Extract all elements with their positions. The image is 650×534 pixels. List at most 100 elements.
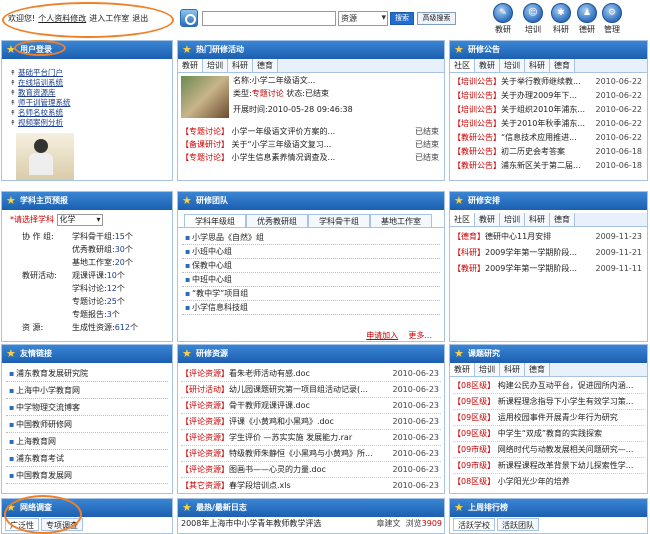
more-link[interactable]: 更多... [408, 331, 432, 340]
list-item[interactable]: 中班中心组 [182, 273, 440, 287]
item-tag: 【教研公告】 [453, 147, 501, 156]
research-tab-moral[interactable]: 德育 [525, 363, 550, 376]
apply-join-link[interactable]: 申请加入 [366, 331, 398, 340]
list-item[interactable]: 【科研】2009学年第一学期阶段... 2009-11-21 [453, 245, 644, 261]
list-item[interactable]: 【培训公告】关于办理2009年下... 2010-06-22 [453, 89, 644, 103]
admin-icon: ⚙ [602, 3, 622, 23]
team-tab-base[interactable]: 基地工作室 [370, 214, 432, 227]
research-tab-training[interactable]: 培训 [475, 363, 500, 376]
menu-link-portal[interactable]: 基础平台门户 [10, 68, 172, 78]
list-item[interactable]: 【09区级】 中学生“双成”教育的实践探索 [453, 426, 644, 442]
stats-value: 10 [106, 271, 117, 280]
team-tab-backbone[interactable]: 学科骨干组 [308, 214, 370, 227]
menu-link-training[interactable]: 在线培训系统 [10, 78, 172, 88]
search-type-select[interactable]: 资源 [338, 11, 388, 26]
list-item[interactable]: 【专题讨论】 小学生信息素养情况调查及... 已结束 [181, 151, 441, 164]
rank-tab-team[interactable]: 活跃团队 [497, 518, 539, 531]
list-item[interactable]: 【培训公告】关于举行教师继续教... 2010-06-22 [453, 75, 644, 89]
list-item[interactable]: 【评论资源】看朱老师活动有感.doc 2010-06-23 [181, 366, 441, 382]
team-tab-excellent[interactable]: 优秀教研组 [246, 214, 308, 227]
list-item[interactable]: 【培训公告】关于2010年秋季浦东... 2010-06-22 [453, 117, 644, 131]
list-item[interactable]: 上海教育网 [6, 433, 168, 450]
list-item[interactable]: 【评论资源】特级教师朱静恒《小黑鸡与小黄鸡》所... 2010-06-23 [181, 446, 441, 462]
research-tab-research[interactable]: 科研 [500, 363, 525, 376]
menu-link-resources[interactable]: 教育资源库 [10, 88, 172, 98]
name-value[interactable]: 小学二年级语文... [252, 76, 316, 85]
list-item[interactable]: 【培训公告】关于组织2010年浦东... 2010-06-22 [453, 103, 644, 117]
hot-feature-photo[interactable] [181, 76, 229, 118]
hot-tab-moral[interactable]: 德育 [253, 59, 278, 72]
notice-tab-community[interactable]: 社区 [450, 59, 475, 72]
views-count: 3909 [421, 519, 442, 528]
plan-tab-moral[interactable]: 德育 [550, 213, 575, 226]
list-item[interactable]: 【08区级】 构建公民办互动平台，促进园所内涵... [453, 378, 644, 394]
nav-moral[interactable]: ♟ 德研 [575, 3, 599, 37]
plan-tab-community[interactable]: 社区 [450, 213, 475, 226]
list-item[interactable]: 小班中心组 [182, 245, 440, 259]
item-status: 已结束 [413, 125, 439, 138]
topic-research-panel: 课题研究 教研培训科研德育 【08区级】 构建公民办互动平台，促进园所内涵...… [449, 344, 648, 494]
list-item[interactable]: 【教研公告】浦东新区关于第二届... 2010-06-18 [453, 159, 644, 173]
plan-tab-research[interactable]: 科研 [525, 213, 550, 226]
list-item[interactable]: 【备课研讨】 关于“小学三年级语文复习... 已结束 [181, 138, 441, 151]
plan-tab-teaching[interactable]: 教研 [475, 213, 500, 226]
list-item[interactable]: 上海中小学教育网 [6, 382, 168, 399]
list-item[interactable]: 【其它资源】春学段培训点.xls 2010-06-23 [181, 478, 441, 493]
advanced-search-button[interactable]: 高级搜索 [417, 12, 456, 25]
subject-select[interactable]: 化学 ▾ [56, 214, 103, 226]
menu-link-famous[interactable]: 名师名校系统 [10, 108, 172, 118]
list-item[interactable]: 【专题讨论】 小学一年级语文评价方案的... 已结束 [181, 125, 441, 138]
list-item[interactable]: 2008年上海市中小学青年教师教学评选 章建文 浏览3909 [178, 517, 444, 530]
list-item[interactable]: 【教研】2009学年第一学期阶段... 2009-11-11 [453, 261, 644, 277]
list-item[interactable]: 【评论资源】评课《小黄鸡和小黑鸡》.doc 2010-06-23 [181, 414, 441, 430]
menu-link-video[interactable]: 视频案例分析 [10, 118, 172, 128]
list-item[interactable]: “教中学”项目组 [182, 287, 440, 301]
hot-tab-research[interactable]: 科研 [228, 59, 253, 72]
stats-unit: 个 [116, 271, 125, 280]
list-item[interactable]: 【09区级】 新课程理念指导下小学生有效学习策... [453, 394, 644, 410]
search-button[interactable]: 搜索 [390, 12, 414, 25]
notice-tab-moral[interactable]: 德育 [550, 59, 575, 72]
list-item[interactable]: 【09市级】 网络时代与动教发展相关问题研究—... [453, 442, 644, 458]
hot-tab-training[interactable]: 培训 [203, 59, 228, 72]
list-item[interactable]: 【09市级】 新课程课程改革背景下幼儿探索性学... [453, 458, 644, 474]
nav-research[interactable]: ✱ 科研 [549, 3, 573, 37]
stats-table: 协 作 组: 学科骨干组:15个 优秀教研组:30个 基地工作室:20个 教研活动… [2, 226, 172, 334]
list-item[interactable]: 【德育】德研中心11月安排 2009-11-23 [453, 229, 644, 245]
blog-title: 最热/最新日志 [178, 499, 444, 517]
list-item[interactable]: 浦东教育发展研究院 [6, 365, 168, 382]
stats-value: 20 [114, 258, 125, 267]
list-item[interactable]: 中国教育发展网 [6, 467, 168, 484]
plan-tab-training[interactable]: 培训 [500, 213, 525, 226]
search-input[interactable] [202, 11, 336, 26]
team-tab-grade[interactable]: 学科年级组 [184, 214, 246, 227]
item-title: 浦东新区关于第二届... [501, 161, 581, 170]
list-item[interactable]: 【评论资源】骨干教师观课评课.doc 2010-06-23 [181, 398, 441, 414]
list-item[interactable]: 【评论资源】学生评价 —苏实实施 发展能力.rar 2010-06-23 [181, 430, 441, 446]
nav-training[interactable]: ☺ 培训 [521, 3, 545, 37]
rank-tab-school[interactable]: 活跃学校 [453, 518, 495, 531]
list-item[interactable]: 中学物理交流博客 [6, 399, 168, 416]
list-item[interactable]: 【评论资源】图画书——心灵的力量.doc 2010-06-23 [181, 462, 441, 478]
notice-tab-teaching[interactable]: 教研 [475, 59, 500, 72]
hot-tab-teaching[interactable]: 教研 [178, 59, 203, 72]
list-item[interactable]: 中国教师研修网 [6, 416, 168, 433]
nav-admin[interactable]: ⚙ 管理 [600, 3, 624, 37]
list-item[interactable]: 小学信息科技组 [182, 301, 440, 315]
notice-tab-research[interactable]: 科研 [525, 59, 550, 72]
list-item[interactable]: 保教中心组 [182, 259, 440, 273]
item-date: 2010-06-22 [593, 117, 642, 130]
menu-link-cadre[interactable]: 师干训管理系统 [10, 98, 172, 108]
item-tag: 【研讨活动】 [181, 385, 229, 394]
item-tag: 【评论资源】 [181, 433, 229, 442]
notice-tab-training[interactable]: 培训 [500, 59, 525, 72]
list-item[interactable]: 【研讨活动】幼儿园课题研究第一项目组活动记录(... 2010-06-23 [181, 382, 441, 398]
list-item[interactable]: 【教研公告】“信息技术应用推进... 2010-06-22 [453, 131, 644, 145]
list-item[interactable]: 浦东教育考试 [6, 450, 168, 467]
list-item[interactable]: 【08区级】 小学阳光少年的培养 [453, 474, 644, 490]
nav-teaching[interactable]: ✎ 教研 [491, 3, 515, 37]
list-item[interactable]: 小学思品《自然》组 [182, 231, 440, 245]
list-item[interactable]: 【09区级】 运用校园事件开展青少年行为研究 [453, 410, 644, 426]
list-item[interactable]: 【教研公告】初二历史会考答案 2010-06-18 [453, 145, 644, 159]
research-tab-teaching[interactable]: 教研 [450, 363, 475, 376]
